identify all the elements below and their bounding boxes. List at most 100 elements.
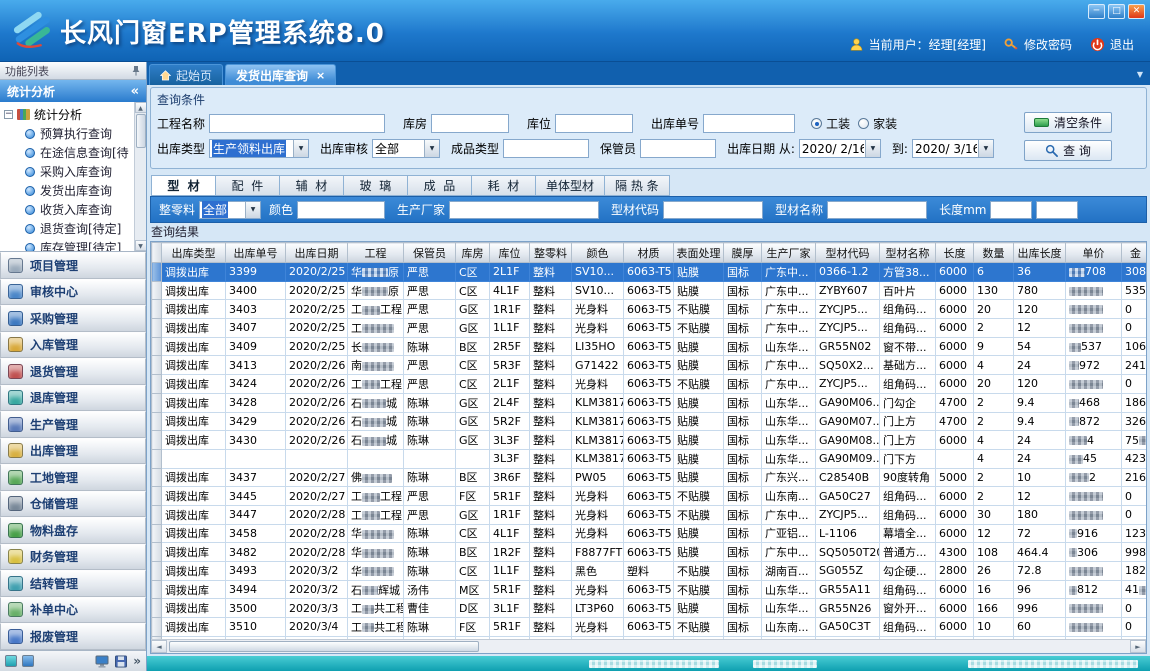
- length-min-input[interactable]: [990, 201, 1032, 219]
- out-type-select[interactable]: 生产领料出库 ▼: [209, 139, 309, 158]
- sidebar-item[interactable]: 项目管理: [0, 252, 146, 279]
- horizontal-scrollbar[interactable]: ◄ ►: [151, 639, 1146, 653]
- chevron-down-icon[interactable]: ▼: [245, 202, 260, 218]
- table-row[interactable]: 调拨出库34932020/3/2华陈琳C区1L1F整料黑色塑料不贴膜国标湖南百.…: [152, 562, 1148, 581]
- column-header[interactable]: 型材代码: [816, 243, 880, 263]
- column-header[interactable]: 颜色: [572, 243, 624, 263]
- tab-home[interactable]: 起始页: [149, 64, 223, 85]
- column-header[interactable]: 数量: [974, 243, 1014, 263]
- material-tab[interactable]: 玻 璃: [343, 175, 407, 196]
- clear-conditions-button[interactable]: 清空条件: [1024, 112, 1112, 133]
- column-header[interactable]: 单价: [1066, 243, 1122, 263]
- material-tab[interactable]: 单体型材: [535, 175, 604, 196]
- tab-close-icon[interactable]: ×: [316, 69, 325, 82]
- tab-list-chevron-icon[interactable]: ▼: [1137, 70, 1143, 79]
- table-row[interactable]: 调拨出库34372020/2/27佛陈琳B区3R6F整料PW056063-T5贴…: [152, 468, 1148, 487]
- table-row[interactable]: 调拨出库34072020/2/25工严思G区1L1F整料光身料6063-T5不贴…: [152, 319, 1148, 338]
- table-row[interactable]: 调拨出库34582020/2/28华陈琳C区4L1F整料光身料6063-T5贴膜…: [152, 524, 1148, 543]
- sidebar-item[interactable]: 物料盘存: [0, 517, 146, 544]
- radio-work-decoration[interactable]: [811, 118, 822, 129]
- column-header[interactable]: 型材名称: [880, 243, 936, 263]
- scrollbar-track[interactable]: [167, 640, 1130, 653]
- chevron-down-icon[interactable]: ▼: [424, 140, 439, 157]
- sidebar-section-header[interactable]: 统计分析 «: [0, 80, 146, 102]
- order-no-input[interactable]: [703, 114, 795, 133]
- audit-select[interactable]: 全部 ▼: [372, 139, 440, 158]
- tree-item[interactable]: 退货查询[待定]: [4, 219, 132, 238]
- material-tab[interactable]: 成 品: [407, 175, 471, 196]
- warehouse-input[interactable]: [431, 114, 509, 133]
- table-row[interactable]: 调拨出库34132020/2/26南严思C区5R3F整料G714226063-T…: [152, 356, 1148, 375]
- material-tab[interactable]: 隔 热 条: [604, 175, 670, 196]
- column-header[interactable]: 库位: [490, 243, 530, 263]
- table-row[interactable]: 调拨出库34302020/2/26石城陈琳G区3L3F整料KLM38176063…: [152, 431, 1148, 450]
- material-tab[interactable]: 型 材: [151, 175, 215, 196]
- table-row[interactable]: 调拨出库34822020/2/28华陈琳B区1R2F整料F8877FT6063-…: [152, 543, 1148, 562]
- sidebar-item[interactable]: 生产管理: [0, 411, 146, 438]
- table-row[interactable]: 调拨出库34092020/2/25长陈琳B区2R5F整料LI35HO6063-T…: [152, 337, 1148, 356]
- table-row[interactable]: 调拨出库34282020/2/26石城陈琳G区2L4F整料KLM38176063…: [152, 393, 1148, 412]
- sidebar-item[interactable]: 财务管理: [0, 544, 146, 571]
- maximize-button[interactable]: □: [1108, 4, 1125, 19]
- sidebar-item[interactable]: 结转管理: [0, 570, 146, 597]
- tree-item[interactable]: 在途信息查询[待: [4, 143, 132, 162]
- material-tab[interactable]: 耗 材: [471, 175, 535, 196]
- table-row[interactable]: 调拨出库34032020/2/25工工程严思G区1R1F整料光身料6063-T5…: [152, 300, 1148, 319]
- sidebar-item[interactable]: 退货管理: [0, 358, 146, 385]
- table-row[interactable]: 调拨出库34452020/2/27工工程严思F区5R1F整料光身料6063-T5…: [152, 487, 1148, 506]
- project-name-input[interactable]: [209, 114, 385, 133]
- panel-tab-icon[interactable]: [5, 655, 17, 667]
- table-row[interactable]: 调拨出库35002020/3/3工共工程曹佳D区3L1F整料LT3P606063…: [152, 599, 1148, 618]
- column-header[interactable]: 出库日期: [286, 243, 348, 263]
- column-header[interactable]: 库房: [456, 243, 490, 263]
- table-row[interactable]: 调拨出库34242020/2/26工工程严思C区2L1F整料光身料6063-T5…: [152, 375, 1148, 394]
- color-input[interactable]: [297, 201, 385, 219]
- sidebar-item[interactable]: 退库管理: [0, 385, 146, 412]
- radio-home-decoration[interactable]: [858, 118, 869, 129]
- pin-icon[interactable]: [131, 65, 141, 76]
- part-type-select[interactable]: 全部 ▼: [199, 201, 261, 219]
- date-to-select[interactable]: 2020/ 3/16 ▼: [912, 139, 994, 158]
- scroll-down-icon[interactable]: ▼: [135, 240, 147, 251]
- sidebar-item[interactable]: 出库管理: [0, 438, 146, 465]
- tree-scrollbar[interactable]: ▲ ▼: [134, 102, 146, 251]
- logout-button[interactable]: 退出: [1090, 36, 1134, 53]
- tree-item[interactable]: 采购入库查询: [4, 162, 132, 181]
- sidebar-item[interactable]: 报废管理: [0, 623, 146, 650]
- column-header[interactable]: 出库单号: [226, 243, 286, 263]
- tree-expander-icon[interactable]: −: [4, 110, 13, 119]
- monitor-icon[interactable]: [95, 655, 109, 668]
- column-header[interactable]: 整零料: [530, 243, 572, 263]
- column-header[interactable]: 出库长度: [1014, 243, 1066, 263]
- sidebar-item[interactable]: 补单中心: [0, 597, 146, 624]
- table-row[interactable]: 调拨出库34942020/3/2石辉城汤伟M区5R1F整料光身料6063-T5不…: [152, 580, 1148, 599]
- column-header[interactable]: 金: [1122, 243, 1148, 263]
- product-type-input[interactable]: [503, 139, 589, 158]
- sidebar-item[interactable]: 仓储管理: [0, 491, 146, 518]
- tree-item[interactable]: 收货入库查询: [4, 200, 132, 219]
- tree-item[interactable]: 库存管理[待定]: [4, 238, 132, 252]
- more-icon[interactable]: »: [133, 654, 141, 668]
- scroll-right-icon[interactable]: ►: [1130, 640, 1146, 653]
- column-header[interactable]: 表面处理: [674, 243, 724, 263]
- disk-icon[interactable]: [114, 655, 128, 668]
- column-header[interactable]: 保管员: [404, 243, 456, 263]
- chevron-down-icon[interactable]: ▼: [293, 140, 308, 157]
- tree-item[interactable]: 预算执行查询: [4, 124, 132, 143]
- tree-root[interactable]: − 统计分析: [4, 105, 132, 124]
- tree-item[interactable]: 发货出库查询: [4, 181, 132, 200]
- chevron-down-icon[interactable]: ▼: [978, 140, 993, 157]
- column-header[interactable]: 材质: [624, 243, 674, 263]
- material-tab[interactable]: 配 件: [215, 175, 279, 196]
- keeper-input[interactable]: [640, 139, 716, 158]
- sidebar-item[interactable]: 审核中心: [0, 279, 146, 306]
- scroll-left-icon[interactable]: ◄: [151, 640, 167, 653]
- tab-shipping-outbound-query[interactable]: 发货出库查询 ×: [225, 64, 336, 85]
- profile-name-input[interactable]: [827, 201, 927, 219]
- table-row[interactable]: 3L3F整料KLM38176063-T5贴膜国标山东华...GA90M09...…: [152, 449, 1148, 468]
- table-row[interactable]: 调拨出库35102020/3/4工共工程陈琳F区5R1F整料光身料6063-T5…: [152, 618, 1148, 637]
- close-button[interactable]: ✕: [1128, 4, 1145, 19]
- sidebar-item[interactable]: 工地管理: [0, 464, 146, 491]
- scrollbar-thumb[interactable]: [136, 114, 146, 148]
- minimize-button[interactable]: ─: [1088, 4, 1105, 19]
